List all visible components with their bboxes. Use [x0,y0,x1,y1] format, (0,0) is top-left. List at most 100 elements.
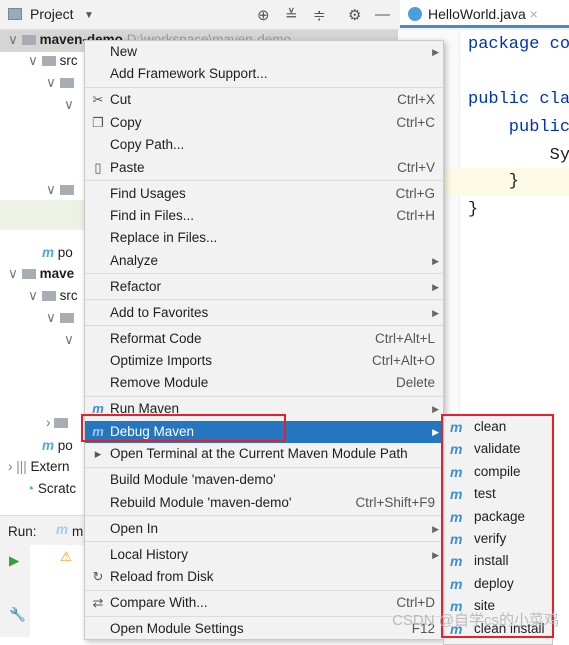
submenu-arrow-icon: ▶ [432,255,439,266]
copy-icon: ❐ [92,114,104,130]
menu-item-label: Open In [110,520,159,536]
project-title[interactable]: Project [30,6,74,22]
tree-item-pom[interactable]: m po [42,438,73,460]
menu-item-copy-path[interactable]: Copy Path... [85,134,443,156]
shortcut-label: Ctrl+V [397,159,435,175]
close-icon[interactable]: × [530,6,538,22]
reload-icon: ↻ [92,568,104,584]
menu-separator [85,615,443,617]
shortcut-label: Delete [395,375,435,391]
shortcut-label: Ctrl+G [395,185,435,201]
menu-item-analyze[interactable]: Analyze ▶ [85,250,443,272]
menu-item-open-terminal-at-the-current-maven-module-path[interactable]: ▸ Open Terminal at the Current Maven Modu… [85,443,443,465]
tree-toggle[interactable]: ∨ [64,332,74,354]
menu-separator [85,541,443,543]
tree-item-src[interactable]: ∨ src [28,288,78,310]
chevron-down-icon[interactable]: ▼ [84,10,94,21]
code-line: public [468,118,569,137]
menu-separator [85,325,443,327]
tree-toggle[interactable]: › [46,415,72,437]
menu-item-copy[interactable]: ❐ Copy Ctrl+C [85,112,443,134]
submenu-arrow-icon: ▶ [432,281,439,292]
menu-item-find-usages[interactable]: Find Usages Ctrl+G [85,183,443,205]
menu-item-add-framework-support[interactable]: Add Framework Support... [85,63,443,85]
tab-label: HelloWorld.java [428,6,526,22]
submenu-arrow-icon: ▶ [432,426,439,437]
menu-item-label: New [110,44,138,59]
menu-item-rebuild-module-maven-demo[interactable]: Rebuild Module 'maven-demo' Ctrl+Shift+F9 [85,492,443,514]
menu-item-paste[interactable]: ▯ Paste Ctrl+V [85,157,443,179]
menu-item-remove-module[interactable]: Remove Module Delete [85,372,443,394]
menu-item-label: Add Framework Support... [110,66,268,82]
menu-item-label: Replace in Files... [110,230,218,246]
menu-item-reformat-code[interactable]: Reformat Code Ctrl+Alt+L [85,328,443,350]
warning-icon: ⚠ [60,549,73,564]
menu-item-label: Paste [110,159,145,175]
compare-icon: ⇄ [92,594,104,610]
submenu-arrow-icon: ▶ [432,549,439,560]
collapse-all-icon[interactable]: ≑ [313,6,326,24]
gear-icon[interactable]: ⚙ [348,6,361,24]
terminal-icon: ▸ [94,446,102,462]
tree-item-src[interactable]: ∨ src [28,53,78,75]
tree-toggle[interactable]: ∨ [64,97,74,119]
menu-item-label: Rebuild Module 'maven-demo' [110,494,292,510]
tab-helloworld[interactable]: HelloWorld.java × [400,0,569,28]
menu-item-cut[interactable]: ✂ Cut Ctrl+X [85,89,443,111]
menu-item-replace-in-files[interactable]: Replace in Files... [85,227,443,249]
menu-item-compare-with[interactable]: ⇄ Compare With... Ctrl+D [85,592,443,614]
run-icon[interactable]: ▶ [9,553,19,569]
minimize-icon[interactable]: — [375,6,390,23]
menu-item-add-to-favorites[interactable]: Add to Favorites ▶ [85,302,443,324]
paste-icon: ▯ [94,159,102,175]
run-tab[interactable]: m [72,524,83,539]
shortcut-label: Ctrl+Alt+O [371,353,435,369]
editor-tabbar: HelloWorld.java × [398,0,569,30]
menu-item-label: Reload from Disk [110,568,214,584]
menu-item-new[interactable]: New ▶ [85,41,443,63]
locate-icon[interactable]: ⊕ [257,6,270,24]
menu-separator [85,589,443,591]
menu-item-label: Remove Module [110,375,209,391]
menu-item-reload-from-disk[interactable]: ↻ Reload from Disk [85,566,443,588]
highlight-box-submenu [441,414,554,638]
menu-item-label: Open Terminal at the Current Maven Modul… [110,446,408,462]
submenu-arrow-icon: ▶ [432,404,439,415]
menu-item-label: Add to Favorites [110,304,209,320]
tree-toggle[interactable]: ∨ [46,182,78,204]
menu-item-open-in[interactable]: Open In ▶ [85,518,443,540]
expand-all-icon[interactable]: ≚ [285,6,298,24]
menu-item-label: Analyze [110,252,159,268]
menu-item-local-history[interactable]: Local History ▶ [85,544,443,566]
tree-item-module[interactable]: ∨ mave [8,266,74,288]
menu-item-label: Compare With... [110,594,208,610]
watermark: CSDN @自学cs的小菜鸡 [392,612,559,629]
context-menu: New ▶ Add Framework Support... ✂ Cut Ctrl+X ❐ C… [84,40,444,640]
project-toolbar: Project ▼ ⊕ ≚ ≑ ⚙ — [0,0,398,30]
tree-toggle[interactable]: ∨ [46,75,78,97]
submenu-arrow-icon: ▶ [432,307,439,318]
run-label: Run: [8,524,37,539]
wrench-icon[interactable]: 🔧 [9,607,26,623]
menu-item-label: Copy Path... [110,137,185,153]
tree-item-external-libs[interactable]: › ||| Extern [8,459,70,481]
menu-item-find-in-files[interactable]: Find in Files... Ctrl+H [85,205,443,227]
menu-item-refactor[interactable]: Refactor ▶ [85,276,443,298]
menu-item-label: Find in Files... [110,207,195,223]
scissors-icon: ✂ [92,92,104,108]
tree-item-scratches[interactable]: ◔ Scratc [26,481,76,503]
code-line: } [468,200,479,219]
submenu-arrow-icon: ▶ [432,523,439,534]
tree-item-pom[interactable]: m po [42,245,73,267]
run-sidebar: ▶ 🔧 [0,545,30,637]
menu-separator [85,87,443,89]
menu-item-optimize-imports[interactable]: Optimize Imports Ctrl+Alt+O [85,350,443,372]
menu-separator [85,299,443,301]
code-line: Sy [468,146,569,165]
shortcut-label: Ctrl+Shift+F9 [355,494,435,510]
menu-item-build-module-maven-demo[interactable]: Build Module 'maven-demo' [85,469,443,491]
shortcut-label: Ctrl+C [396,114,435,130]
menu-item-label: Refactor [110,278,162,294]
tree-toggle[interactable]: ∨ [46,310,78,332]
code-line: } [468,172,520,191]
